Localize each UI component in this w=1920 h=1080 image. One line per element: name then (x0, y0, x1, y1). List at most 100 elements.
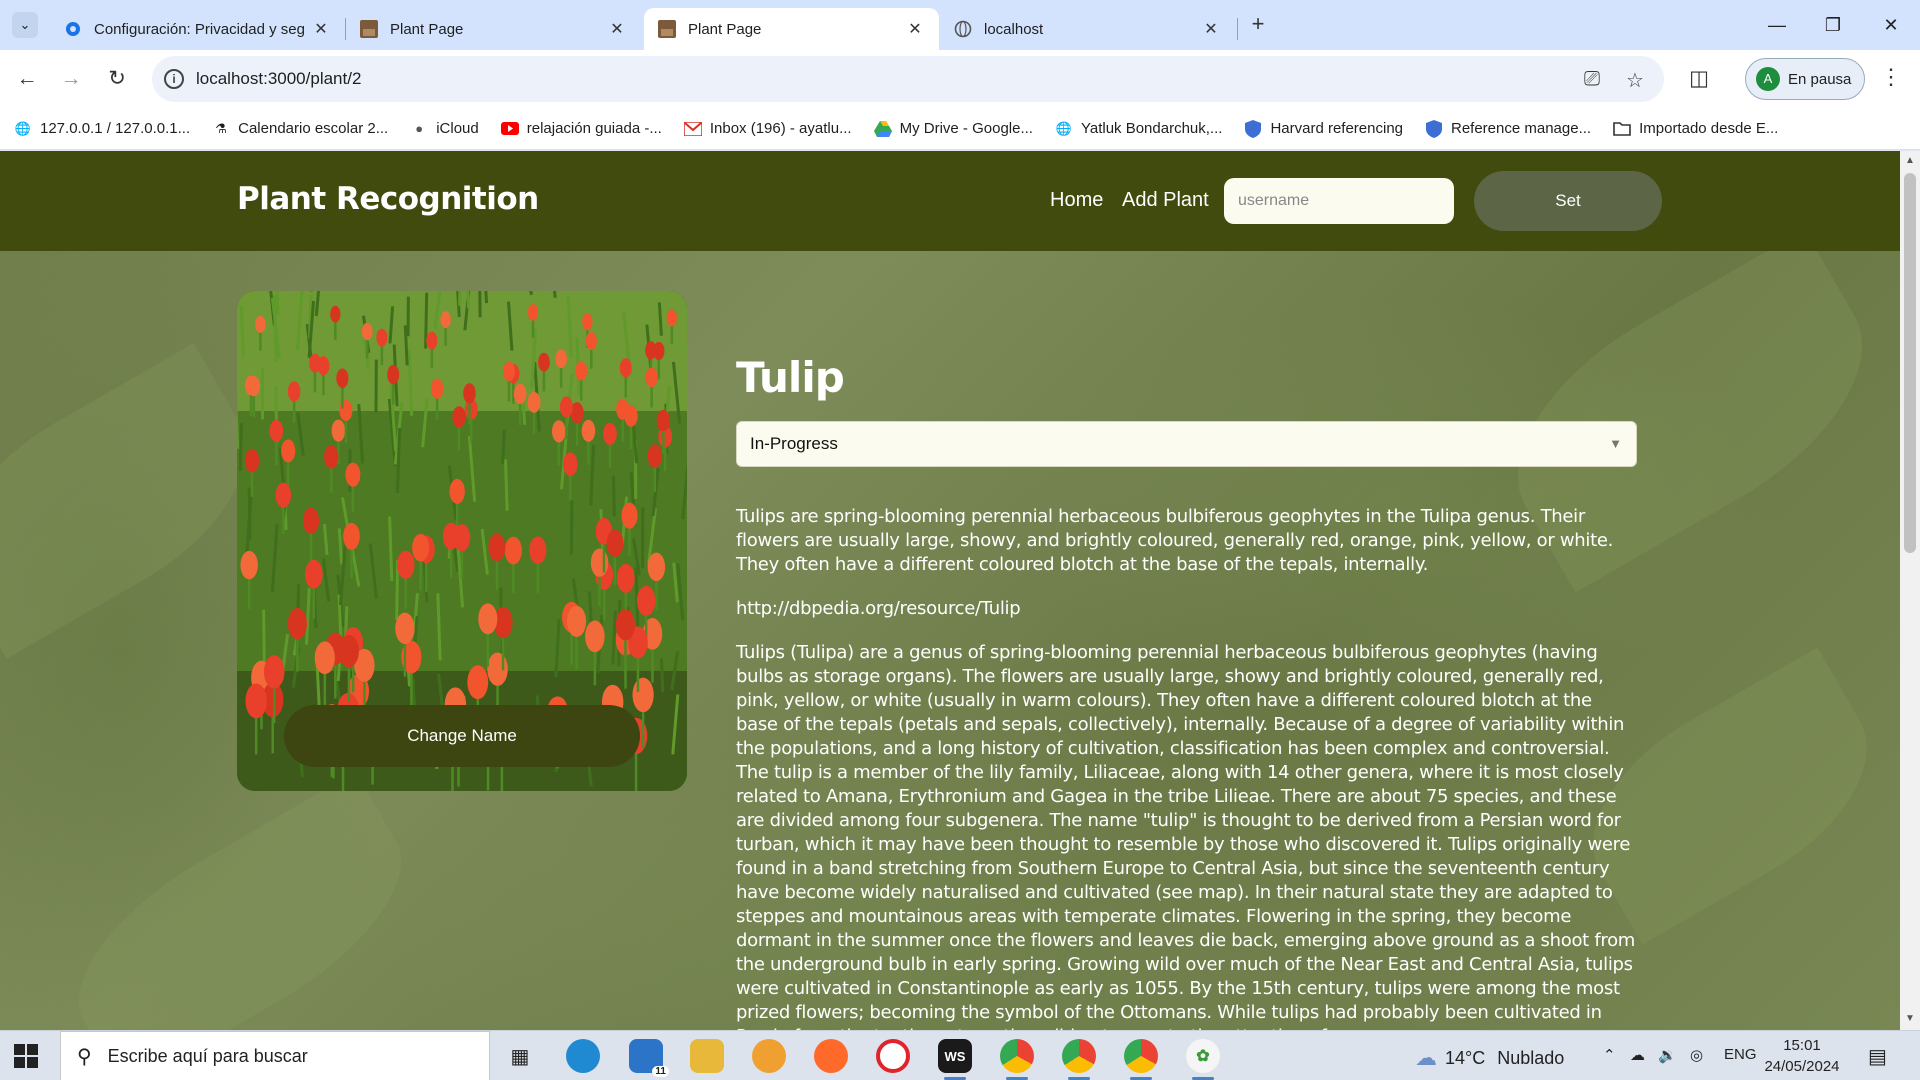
tab-title: Plant Page (390, 20, 464, 38)
chrome-browser-icon[interactable] (1062, 1039, 1096, 1080)
edge-browser-icon[interactable] (566, 1039, 600, 1073)
close-icon[interactable]: ✕ (311, 19, 331, 39)
folder-icon (1613, 120, 1631, 138)
background-leaf (44, 771, 436, 1030)
scroll-down-icon[interactable]: ▼ (1905, 1013, 1915, 1024)
taskbar-search-placeholder: Escribe aquí para buscar (107, 1045, 308, 1066)
bookmark-item[interactable]: 🌐 127.0.0.1 / 127.0.0.1... (14, 120, 190, 138)
close-icon[interactable]: ✕ (607, 19, 627, 39)
plant-abstract: Tulips (Tulipa) are a genus of spring-bl… (736, 642, 1636, 1030)
tab-title: Plant Page (688, 20, 762, 38)
set-username-button[interactable]: Set (1474, 171, 1662, 231)
tab-title: localhost (984, 20, 1044, 38)
firefox-browser-icon[interactable] (814, 1039, 848, 1073)
weather-widget[interactable]: ☁ 14°C Nublado (1415, 1045, 1564, 1071)
bookmark-star-icon[interactable]: ☆ (1626, 68, 1644, 93)
status-selected-value: In-Progress (750, 434, 838, 453)
notifications-icon[interactable]: ▤ (1868, 1044, 1887, 1069)
forward-arrow-icon[interactable]: → (56, 64, 86, 94)
plant-image-icon (658, 20, 676, 38)
extensions-puzzle-icon[interactable]: ◫ (1684, 64, 1714, 94)
cloud-sync-icon[interactable]: ☁ (1630, 1046, 1645, 1064)
status-select[interactable]: In-Progress ▼ (736, 421, 1637, 467)
bookmark-item[interactable]: Reference manage... (1425, 119, 1591, 138)
mail-icon[interactable]: 11 (629, 1039, 669, 1077)
plant-summary: Tulips are spring-blooming perennial her… (736, 506, 1614, 575)
page-scrollbar[interactable]: ▲ ▼ (1900, 151, 1920, 1030)
shield-icon (1244, 119, 1262, 138)
leaf-app-icon[interactable]: ✿ (1186, 1039, 1220, 1080)
bookmark-item[interactable]: ● iCloud (410, 120, 478, 138)
bookmarks-bar: 🌐 127.0.0.1 / 127.0.0.1... ⚗ Calendario es… (0, 108, 1920, 150)
page-viewport: Plant Recognition Home Add Plant Set Cha… (0, 151, 1900, 1030)
nav-add-plant-link[interactable]: Add Plant (1122, 189, 1209, 212)
chevron-up-icon[interactable]: ⌃ (1603, 1046, 1616, 1064)
taskbar-search[interactable]: ⚲ Escribe aquí para buscar (60, 1031, 490, 1080)
windows-start-icon[interactable] (14, 1044, 38, 1068)
dbpedia-link[interactable]: http://dbpedia.org/resource/Tulip (736, 597, 1636, 621)
scroll-up-icon[interactable]: ▲ (1905, 155, 1915, 166)
google-drive-icon (873, 120, 892, 138)
window-close-icon[interactable]: ✕ (1866, 10, 1916, 40)
scrollbar-thumb[interactable] (1904, 173, 1916, 553)
search-icon: ⚲ (77, 1045, 92, 1068)
clock[interactable]: 15:01 24/05/2024 (1757, 1035, 1847, 1077)
change-name-button[interactable]: Change Name (284, 705, 640, 767)
task-view-icon[interactable]: ▦ (503, 1039, 537, 1073)
speaker-icon[interactable]: 🔉 (1658, 1046, 1677, 1064)
tab-localhost[interactable]: localhost ✕ (940, 8, 1235, 50)
tab-plant-page-active[interactable]: Plant Page ✕ (644, 8, 939, 50)
install-app-icon[interactable]: ⎚ (1584, 68, 1600, 91)
profile-status-label: En pausa (1788, 70, 1852, 88)
tab-settings[interactable]: Configuración: Privacidad y seg ✕ (50, 8, 345, 50)
tab-search-chevron-icon[interactable]: ⌄ (12, 12, 38, 38)
new-tab-plus-icon[interactable]: + (1245, 12, 1271, 38)
windows-taskbar: ⚲ Escribe aquí para buscar ▦ 11 WS ✿ ☁ 1… (0, 1030, 1920, 1080)
bookmark-folder[interactable]: Importado desde E... (1613, 120, 1778, 138)
url-text[interactable]: localhost:3000/plant/2 (196, 69, 361, 89)
bookmark-item[interactable]: ⚗ Calendario escolar 2... (212, 120, 388, 138)
plant-image-icon (360, 20, 378, 38)
chrome-browser-icon[interactable] (1000, 1039, 1034, 1080)
nav-home-link[interactable]: Home (1050, 189, 1103, 212)
plant-image: Change Name (237, 291, 687, 791)
menu-kebab-icon[interactable]: ⋮ (1880, 64, 1902, 90)
language-indicator[interactable]: ENG (1724, 1046, 1757, 1063)
bookmark-item[interactable]: relajación guiada -... (500, 120, 662, 138)
webstorm-icon[interactable]: WS (938, 1039, 972, 1080)
wifi-icon[interactable]: ◎ (1690, 1046, 1703, 1064)
app-navbar: Plant Recognition Home Add Plant Set (0, 151, 1900, 251)
calendar-figures-icon: ⚗ (215, 120, 227, 136)
gmail-icon (683, 120, 702, 138)
minimize-icon[interactable]: — (1752, 10, 1802, 40)
reload-icon[interactable]: ↻ (102, 64, 132, 94)
brave-browser-icon[interactable] (752, 1039, 786, 1073)
close-icon[interactable]: ✕ (1201, 19, 1221, 39)
bookmark-item[interactable]: My Drive - Google... (873, 120, 1033, 138)
profile-button[interactable]: A En pausa (1745, 58, 1865, 100)
bookmark-item[interactable]: Harvard referencing (1244, 119, 1403, 138)
site-info-icon[interactable]: i (164, 69, 184, 89)
close-icon[interactable]: ✕ (905, 19, 925, 39)
chrome-browser-icon[interactable] (1124, 1039, 1158, 1080)
back-arrow-icon[interactable]: ← (12, 64, 42, 94)
bookmark-item[interactable]: 🌐 Yatluk Bondarchuk,... (1055, 120, 1223, 138)
shield-icon (1425, 119, 1443, 138)
tab-separator (1237, 18, 1238, 40)
username-input[interactable] (1224, 178, 1454, 224)
weather-temp: 14°C (1445, 1047, 1486, 1068)
tab-strip: ⌄ Configuración: Privacidad y seg ✕ Plan… (0, 0, 1920, 50)
tab-plant-page[interactable]: Plant Page ✕ (346, 8, 641, 50)
bookmark-item[interactable]: Inbox (196) - ayatlu... (683, 120, 852, 138)
address-bar[interactable]: i localhost:3000/plant/2 ⎚ ☆ (152, 56, 1664, 102)
youtube-icon (500, 120, 519, 138)
opera-browser-icon[interactable] (876, 1039, 910, 1073)
file-explorer-icon[interactable] (690, 1039, 724, 1073)
globe-icon: 🌐 (14, 120, 32, 136)
restore-window-icon[interactable]: ❐ (1808, 10, 1858, 40)
globe-icon: 🌐 (1055, 120, 1073, 136)
plant-name-heading: Tulip (736, 353, 845, 402)
brand-title[interactable]: Plant Recognition (237, 181, 539, 217)
clock-time: 15:01 (1783, 1037, 1821, 1054)
browser-toolbar: ← → ↻ i localhost:3000/plant/2 ⎚ ☆ ◫ A E… (0, 50, 1920, 108)
